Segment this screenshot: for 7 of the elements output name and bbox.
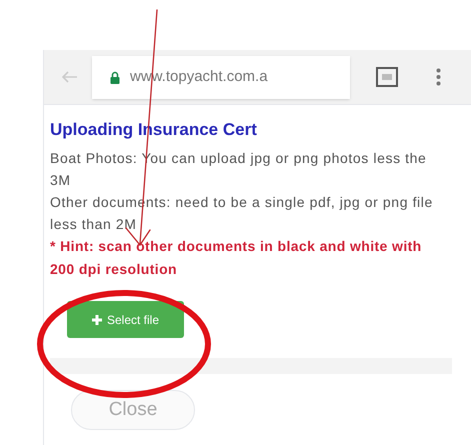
close-button[interactable]: Close xyxy=(71,390,195,430)
lock-icon xyxy=(110,70,120,84)
hint-text: * Hint: scan other documents in black and white with 200 dpi resolution xyxy=(50,237,423,279)
plus-icon xyxy=(92,314,102,324)
tabs-icon[interactable] xyxy=(376,67,398,87)
select-file-button[interactable]: Select file xyxy=(67,301,184,338)
menu-icon[interactable] xyxy=(436,68,441,86)
